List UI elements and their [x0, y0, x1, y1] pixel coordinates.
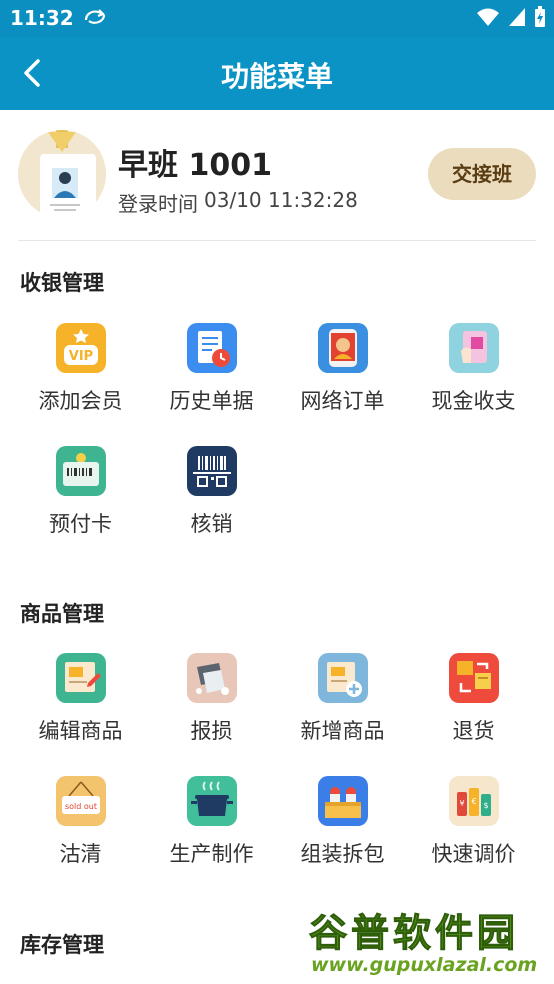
- menu-item-sold-out[interactable]: sold out 沽清: [15, 763, 146, 886]
- status-time: 11:32: [10, 6, 74, 30]
- barcode-scan-icon: [186, 446, 237, 496]
- menu-item-label: 生产制作: [169, 842, 254, 866]
- menu-item-production[interactable]: 生产制作: [146, 763, 277, 886]
- assemble-package-icon: [317, 776, 368, 826]
- handover-button[interactable]: 交接班: [428, 148, 536, 200]
- menu-item-label: 预付卡: [49, 512, 112, 536]
- menu-item-label: 核销: [190, 512, 233, 536]
- menu-item-label: 退货: [452, 719, 495, 743]
- status-bar: 11:32: [0, 0, 554, 37]
- app-bar: 功能菜单: [0, 37, 554, 110]
- login-info: 登录时间 03/10 11:32:28: [118, 188, 358, 217]
- system-icons: [476, 6, 546, 32]
- menu-item-add-member[interactable]: VIP 添加会员: [15, 310, 146, 433]
- menu-item-label: 编辑商品: [38, 719, 123, 743]
- watermark-url: www.gupuxlazal.com: [311, 954, 538, 976]
- section-title-cashier: 收银管理: [20, 271, 104, 295]
- watermark-title: 谷普软件园: [308, 911, 520, 956]
- menu-item-label: 历史单据: [169, 389, 254, 413]
- battery-charging-icon: [534, 6, 546, 32]
- add-product-icon: [317, 653, 368, 703]
- menu-item-redeem[interactable]: 核销: [146, 433, 277, 556]
- section-title-product: 商品管理: [20, 602, 104, 626]
- menu-item-label: 报损: [190, 719, 233, 743]
- sold-out-icon: sold out: [55, 776, 106, 826]
- edit-product-icon: [55, 653, 106, 703]
- product-grid: 编辑商品 报损 新增商品 退货 sold out 沽清 生产制作 组装拆包 ¥ …: [15, 640, 539, 886]
- menu-item-history-receipts[interactable]: 历史单据: [146, 310, 277, 433]
- menu-item-online-orders[interactable]: 网络订单: [277, 310, 408, 433]
- menu-item-assemble-package[interactable]: 组装拆包: [277, 763, 408, 886]
- svg-text:$: $: [483, 801, 488, 810]
- section-title-inventory: 库存管理: [20, 933, 104, 957]
- wifi-icon: [476, 7, 500, 31]
- menu-item-label: 网络订单: [300, 389, 385, 413]
- cooking-pot-icon: [186, 776, 237, 826]
- cashier-grid: VIP 添加会员 历史单据 网络订单 现金收支 预付卡 核销: [15, 310, 539, 556]
- menu-item-quick-price[interactable]: ¥ € $ 快速调价: [408, 763, 539, 886]
- menu-item-add-product[interactable]: 新增商品: [277, 640, 408, 763]
- shift-name: 早班 1001: [118, 148, 272, 183]
- avatar: [18, 130, 106, 218]
- history-receipt-icon: [186, 323, 237, 373]
- login-time: 03/10 11:32:28: [204, 188, 358, 212]
- cash-icon: [448, 323, 499, 373]
- svg-text:VIP: VIP: [68, 349, 92, 364]
- profile-card: 早班 1001 登录时间 03/10 11:32:28 交接班: [0, 110, 554, 240]
- price-tag-icon: ¥ € $: [448, 776, 499, 826]
- sync-icon: [82, 6, 108, 33]
- watermark: 谷普软件园 www.gupuxlazal.com: [303, 896, 554, 984]
- menu-item-damage-report[interactable]: 报损: [146, 640, 277, 763]
- menu-item-label: 新增商品: [300, 719, 385, 743]
- svg-text:€: €: [471, 797, 476, 806]
- prepaid-card-icon: [55, 446, 106, 496]
- menu-item-label: 组装拆包: [300, 842, 385, 866]
- damage-report-icon: [186, 653, 237, 703]
- menu-item-label: 沽清: [59, 842, 102, 866]
- signal-icon: [508, 7, 526, 31]
- menu-item-prepaid-card[interactable]: 预付卡: [15, 433, 146, 556]
- menu-item-label: 快速调价: [431, 842, 516, 866]
- sold-out-badge-text: sold out: [64, 802, 96, 811]
- page-title: 功能菜单: [220, 60, 333, 93]
- menu-item-edit-product[interactable]: 编辑商品: [15, 640, 146, 763]
- svg-text:¥: ¥: [459, 799, 464, 808]
- vip-icon: VIP: [55, 323, 106, 373]
- online-order-icon: [317, 323, 368, 373]
- login-label: 登录时间: [118, 192, 198, 216]
- menu-item-cash-flow[interactable]: 现金收支: [408, 310, 539, 433]
- menu-item-label: 添加会员: [38, 389, 123, 413]
- menu-item-return-goods[interactable]: 退货: [408, 640, 539, 763]
- divider: [18, 240, 536, 241]
- menu-item-label: 现金收支: [431, 389, 516, 413]
- return-goods-icon: [448, 653, 499, 703]
